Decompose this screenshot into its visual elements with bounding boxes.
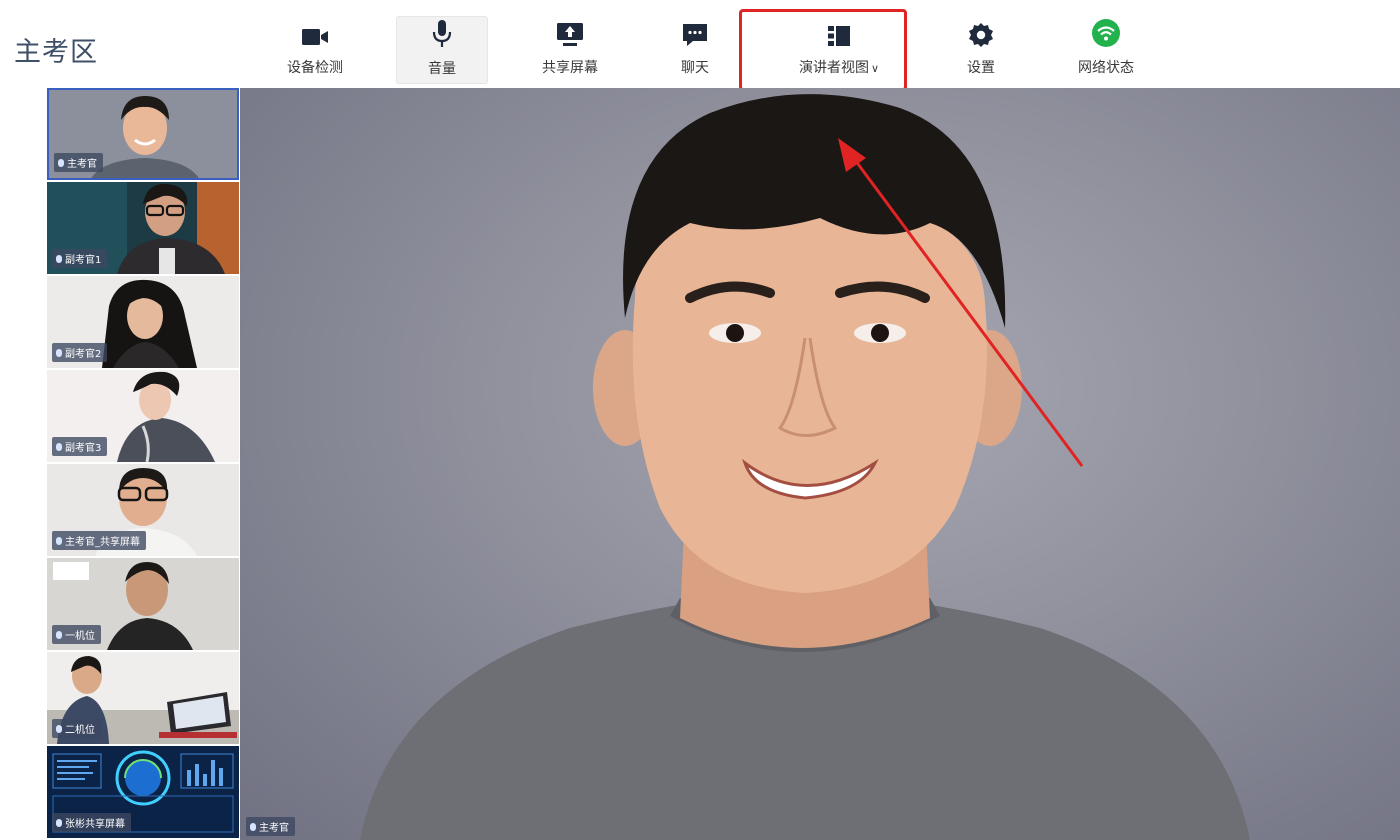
mic-icon [56,818,62,827]
chevron-down-icon: ∨ [870,62,880,75]
volume-button[interactable]: 音量 [396,16,488,84]
device-check-label: 设备检测 [287,60,343,76]
mic-icon [56,348,62,357]
participant-tile-deputy-2[interactable]: 副考官2 [47,276,239,368]
camera-icon [301,16,329,48]
chat-icon [681,16,709,48]
share-screen-button[interactable]: 共享屏幕 [525,16,615,82]
wifi-icon [1091,16,1121,48]
network-status-button[interactable]: 网络状态 [1061,16,1151,82]
page-title: 主考区 [14,37,98,68]
mic-icon [56,254,62,263]
main-video-name: 主考官 [259,823,289,834]
participant-name: 主考官_共享屏幕 [65,537,140,548]
gear-icon [968,16,994,48]
participant-list: 主考官 副考官1 副考官2 副考官3 主考官_共享屏幕 一机位 二机位 张彬共享… [47,88,239,840]
mic-icon [56,536,62,545]
participant-tile-camera-1[interactable]: 一机位 [47,558,239,650]
participant-tile-examiner[interactable]: 主考官 [47,88,239,180]
participant-tile-examiner-share[interactable]: 主考官_共享屏幕 [47,464,239,556]
participant-name: 一机位 [65,631,95,642]
speaker-view-label: 演讲者视图 [798,60,869,76]
participant-name: 副考官2 [65,349,102,360]
settings-label: 设置 [967,60,995,76]
mic-icon [56,630,62,639]
mic-icon [250,822,256,831]
share-screen-label: 共享屏幕 [542,60,598,76]
participant-tile-zhangbin-share[interactable]: 张彬共享屏幕 [47,746,239,838]
participant-name: 二机位 [65,725,95,736]
participant-name: 张彬共享屏幕 [65,819,125,830]
mic-icon [58,158,64,167]
participant-name: 主考官 [67,159,97,170]
participant-tile-camera-2[interactable]: 二机位 [47,652,239,744]
participant-tile-deputy-3[interactable]: 副考官3 [47,370,239,462]
settings-button[interactable]: 设置 [936,16,1026,82]
participant-tile-deputy-1[interactable]: 副考官1 [47,182,239,274]
toolbar: 主考区 设备检测 音量 共享屏幕 聊天 演讲者视图 ∨ 设置 网络状态 [0,0,1400,91]
device-check-button[interactable]: 设备检测 [270,16,360,82]
speaker-view-dropdown[interactable]: 演讲者视图 ∨ [756,16,922,82]
mic-icon [56,442,62,451]
share-screen-icon [555,16,585,48]
participant-name: 副考官3 [65,443,102,454]
participant-name: 副考官1 [65,255,102,266]
main-video[interactable]: 主考官 [240,88,1400,840]
chat-label: 聊天 [681,60,709,76]
speaker-video-feed [360,94,1250,840]
mic-icon [56,724,62,733]
microphone-icon [431,17,453,49]
speaker-view-icon [826,16,852,48]
network-status-label: 网络状态 [1078,60,1134,76]
volume-label: 音量 [428,61,456,77]
chat-button[interactable]: 聊天 [650,16,740,82]
